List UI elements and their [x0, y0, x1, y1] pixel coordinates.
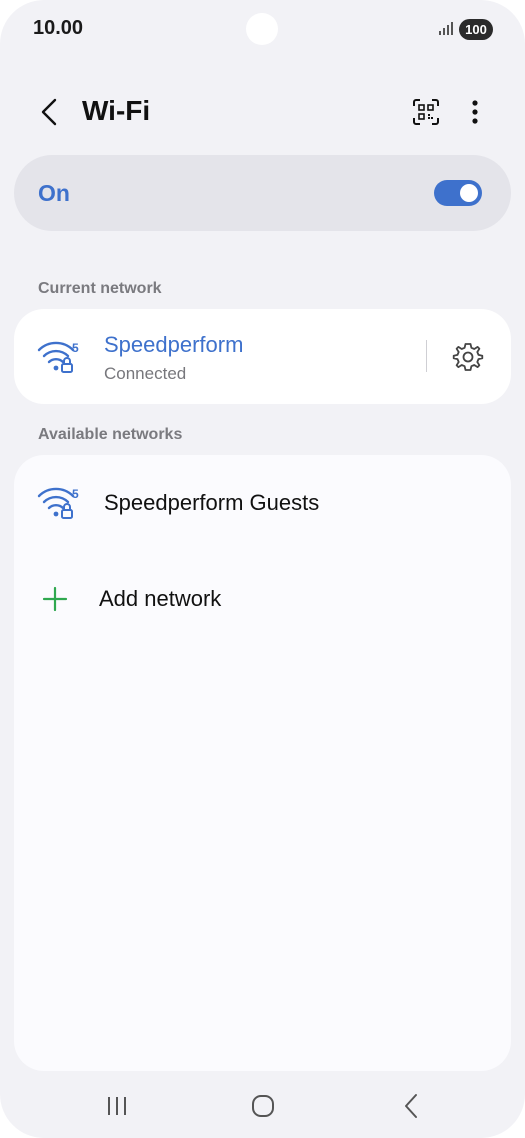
wifi-toggle-label: On: [38, 180, 70, 206]
recents-icon: [108, 1097, 126, 1115]
current-network-header: Current network: [38, 280, 162, 297]
qr-scan-button[interactable]: [407, 93, 445, 131]
current-network-name: Speedperform: [104, 332, 244, 357]
network-settings-button[interactable]: [450, 339, 486, 375]
wifi-5ghz-locked-icon: 5: [37, 487, 79, 519]
add-network-label: Add network: [99, 586, 222, 611]
current-network-card[interactable]: 5 Speedperform Connected: [14, 309, 511, 404]
wifi-master-toggle-row[interactable]: On: [14, 155, 511, 231]
band-label: 5: [72, 341, 79, 355]
status-time: 10.00: [33, 17, 84, 39]
back-icon: [405, 1094, 417, 1118]
available-networks-card: 5 Speedperform Guests Add network: [14, 455, 511, 1071]
battery-indicator: 100: [459, 19, 493, 40]
home-button[interactable]: [244, 1088, 282, 1124]
page-title: Wi-Fi: [82, 95, 151, 126]
network-item-speedperform-guests[interactable]: 5 Speedperform Guests: [14, 455, 511, 535]
network-name: Speedperform Guests: [104, 490, 320, 515]
chevron-left-icon: [41, 98, 57, 126]
wifi-5ghz-locked-icon: 5: [37, 341, 79, 373]
more-vertical-icon: [472, 100, 478, 124]
signal-icon: [439, 22, 453, 35]
divider: [426, 340, 427, 372]
wifi-toggle-switch[interactable]: [434, 180, 482, 206]
more-options-button[interactable]: [460, 93, 490, 131]
add-network-button[interactable]: Add network: [14, 555, 511, 645]
gear-icon: [452, 343, 484, 371]
plus-icon: [42, 586, 68, 612]
back-button[interactable]: [32, 92, 66, 132]
phone-screen: 10.00 100 Wi-Fi On Current network 5 Spe…: [0, 0, 525, 1138]
qr-scan-icon: [413, 99, 439, 125]
band-label: 5: [72, 487, 79, 501]
recents-button[interactable]: [100, 1088, 134, 1124]
available-networks-header: Available networks: [38, 426, 183, 443]
current-network-status: Connected: [104, 364, 187, 383]
camera-cutout: [246, 13, 278, 45]
home-icon: [252, 1095, 274, 1117]
switch-knob: [460, 184, 478, 202]
nav-back-button[interactable]: [394, 1088, 428, 1124]
